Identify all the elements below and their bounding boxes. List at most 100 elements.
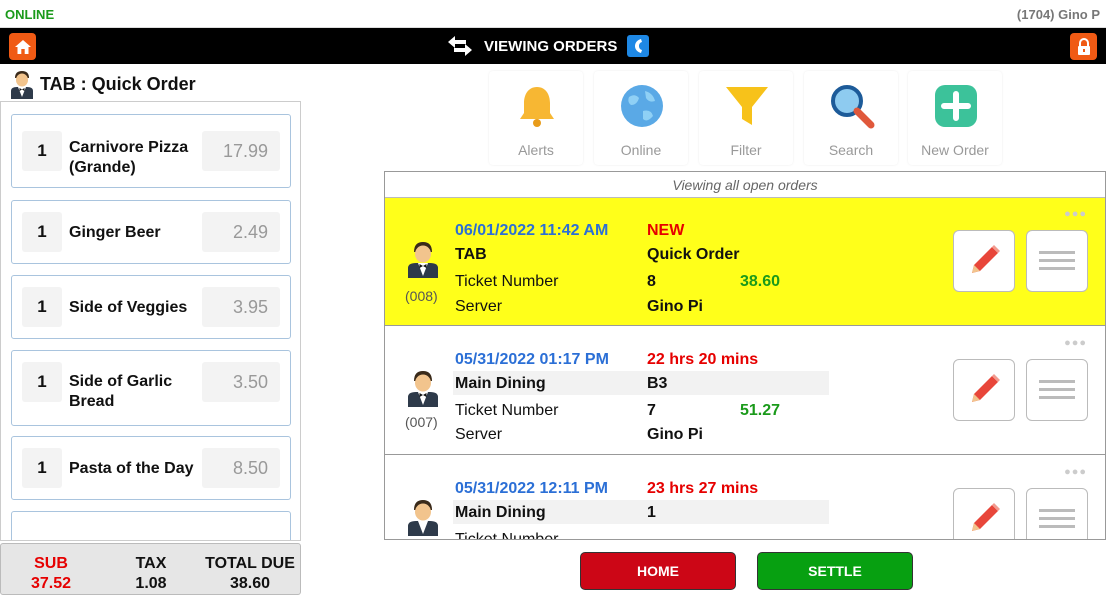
globe-icon <box>621 85 663 127</box>
order-row[interactable]: ●●● (007) 05/31/2022 01:17 PM 22 hrs 20 … <box>385 327 1105 455</box>
phone-icon[interactable] <box>627 35 650 57</box>
edit-order-button[interactable] <box>953 488 1015 539</box>
status-bar: ONLINE (1704) Gino P <box>0 0 1106 28</box>
more-dots-icon[interactable]: ●●● <box>1064 208 1087 220</box>
menu-lines-icon <box>1039 509 1075 528</box>
order-total: 38.60 <box>740 273 781 290</box>
current-user: (1704) Gino P <box>1016 7 1100 22</box>
tax: TAX 1.08 <box>135 555 167 592</box>
order-row[interactable]: ●●● 05/31/2022 12:11 PM 23 hrs 27 mins M… <box>385 456 1105 539</box>
more-dots-icon[interactable]: ●●● <box>1064 466 1087 478</box>
item-name: Side of Veggies <box>69 299 188 316</box>
ticket-label: Ticket Number <box>455 273 559 290</box>
list-item[interactable]: 1 Side of Garlic Bread 3.50 <box>11 350 291 426</box>
order-datetime: 06/01/2022 11:42 AM <box>455 222 609 239</box>
order-number: (007) <box>405 414 438 430</box>
order-name: 1 <box>647 504 656 521</box>
orders-list[interactable]: Viewing all open orders ●●● (008) 06/01/… <box>384 171 1106 540</box>
menu-lines-icon <box>1039 251 1075 270</box>
order-status: NEW <box>647 222 685 239</box>
item-quantity[interactable]: 1 <box>22 212 62 252</box>
waiter-icon <box>408 242 438 278</box>
server-label: Server <box>455 298 503 315</box>
bell-icon <box>520 87 554 127</box>
item-price[interactable]: 8.50 <box>202 448 280 488</box>
new-order-button[interactable]: New Order <box>908 71 1002 165</box>
order-menu-button[interactable] <box>1026 359 1088 421</box>
server-name: Gino Pi <box>647 426 703 443</box>
order-name: Quick Order <box>647 246 740 263</box>
item-name: Ginger Beer <box>69 224 161 241</box>
magnifier-icon <box>831 85 875 129</box>
item-quantity[interactable]: 1 <box>22 287 62 327</box>
tab-title: TAB : Quick Order <box>40 73 196 94</box>
list-item[interactable]: 1 Carnivore Pizza (Grande) 17.99 <box>11 114 291 188</box>
order-datetime: 05/31/2022 01:17 PM <box>455 351 609 368</box>
waiter-icon <box>408 500 438 536</box>
item-name: Pasta of the Day <box>69 460 194 477</box>
order-status: 22 hrs 20 mins <box>647 351 759 368</box>
alerts-button[interactable]: Alerts <box>489 71 583 165</box>
order-menu-button[interactable] <box>1026 488 1088 539</box>
menu-lines-icon <box>1039 380 1075 399</box>
pencil-icon <box>972 503 1000 531</box>
swap-arrows-icon <box>448 36 472 56</box>
plus-icon <box>935 85 977 127</box>
view-toggle[interactable]: VIEWING ORDERS <box>446 28 650 64</box>
home-icon <box>14 39 31 54</box>
order-number: (008) <box>405 288 438 304</box>
order-type: TAB <box>455 246 487 263</box>
home-button[interactable]: HOME <box>580 552 736 590</box>
totals-bar: SUB 37.52 TAX 1.08 TOTAL DUE 38.60 <box>0 543 301 595</box>
server-label: Server <box>455 426 503 443</box>
edit-order-button[interactable] <box>953 230 1015 292</box>
order-items-list[interactable]: 1 Carnivore Pizza (Grande) 17.99 1 Ginge… <box>0 101 301 541</box>
connection-status: ONLINE <box>5 7 55 22</box>
order-type: Main Dining <box>455 375 546 392</box>
pencil-icon <box>972 374 1000 402</box>
ticket-label: Ticket Number <box>455 402 559 419</box>
more-dots-icon[interactable]: ●●● <box>1064 337 1087 349</box>
order-type: Main Dining <box>455 504 546 521</box>
edit-order-button[interactable] <box>953 359 1015 421</box>
item-name: Carnivore Pizza (Grande) <box>69 139 189 176</box>
funnel-icon <box>726 87 768 125</box>
order-row[interactable]: ●●● (008) 06/01/2022 11:42 AM NEW TAB Qu… <box>385 198 1105 326</box>
page-title: VIEWING ORDERS <box>484 37 618 55</box>
ticket-number: 8 <box>647 273 656 290</box>
item-quantity[interactable]: 1 <box>22 448 62 488</box>
total-due: TOTAL DUE 38.60 <box>205 555 295 592</box>
lock-icon <box>1077 37 1090 55</box>
order-menu-button[interactable] <box>1026 230 1088 292</box>
subtotal: SUB 37.52 <box>30 555 72 592</box>
list-item[interactable]: 1 Pasta of the Day 8.50 <box>11 436 291 500</box>
lock-button[interactable] <box>1070 33 1097 60</box>
order-status: 23 hrs 27 mins <box>647 480 759 497</box>
filter-button[interactable]: Filter <box>699 71 793 165</box>
item-price[interactable]: 3.95 <box>202 287 280 327</box>
home-icon-button[interactable] <box>9 33 36 60</box>
item-price[interactable]: 2.49 <box>202 212 280 252</box>
order-name: B3 <box>647 375 668 392</box>
pencil-icon <box>972 245 1000 273</box>
list-item[interactable]: 1 Side of Veggies 3.95 <box>11 275 291 339</box>
server-name: Gino Pi <box>647 298 703 315</box>
item-price[interactable]: 3.50 <box>202 362 280 402</box>
settle-button[interactable]: SETTLE <box>757 552 913 590</box>
item-quantity[interactable]: 1 <box>22 131 62 171</box>
ticket-number: 7 <box>647 402 656 419</box>
item-price[interactable]: 17.99 <box>202 131 280 171</box>
item-name: Side of Garlic Bread <box>69 373 173 410</box>
list-item[interactable]: 1 Ginger Beer 2.49 <box>11 200 291 264</box>
list-item-partial[interactable] <box>11 511 291 540</box>
tab-header: TAB : Quick Order <box>10 68 196 100</box>
waiter-icon <box>408 371 438 407</box>
online-button[interactable]: Online <box>594 71 688 165</box>
top-bar: VIEWING ORDERS <box>0 28 1106 64</box>
search-button[interactable]: Search <box>804 71 898 165</box>
item-quantity[interactable]: 1 <box>22 362 62 402</box>
orders-caption: Viewing all open orders <box>385 172 1105 198</box>
waiter-icon <box>11 71 33 99</box>
order-total: 51.27 <box>740 402 781 419</box>
order-datetime: 05/31/2022 12:11 PM <box>455 480 609 497</box>
